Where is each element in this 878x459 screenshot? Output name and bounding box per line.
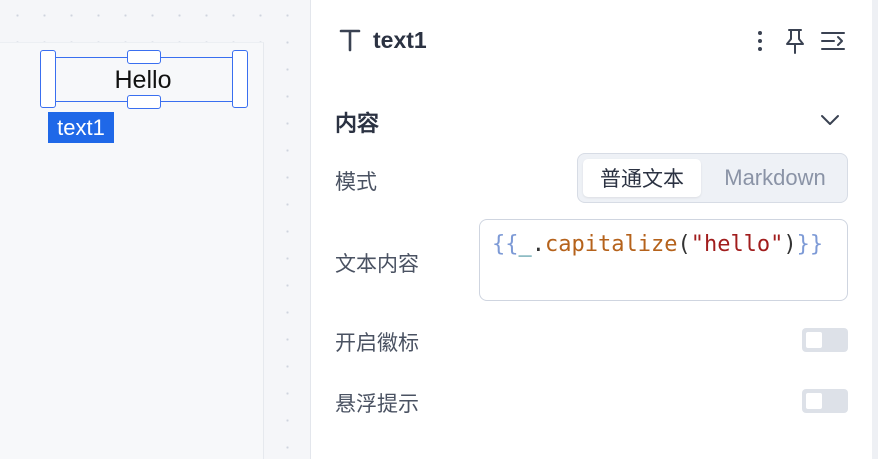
pin-button[interactable] bbox=[780, 24, 810, 58]
component-name[interactable]: text1 bbox=[373, 27, 427, 54]
panel-scrollbar[interactable] bbox=[872, 0, 878, 459]
code-token: ) bbox=[783, 232, 797, 257]
badge-toggle[interactable] bbox=[802, 328, 848, 352]
component-name-tag[interactable]: text1 bbox=[48, 112, 114, 143]
section-title-content: 内容 bbox=[335, 112, 380, 137]
text-content-label: 文本内容 bbox=[335, 252, 419, 276]
mode-segmented-control: 普通文本 Markdown bbox=[577, 153, 848, 203]
text-type-icon bbox=[339, 29, 361, 52]
tooltip-label: 悬浮提示 bbox=[335, 392, 419, 416]
tooltip-toggle[interactable] bbox=[802, 389, 848, 413]
resize-handle-top[interactable] bbox=[127, 50, 161, 64]
collapse-right-icon bbox=[821, 32, 845, 50]
mode-option-markdown[interactable]: Markdown bbox=[706, 159, 844, 197]
section-collapse-button[interactable] bbox=[817, 106, 843, 134]
pin-icon bbox=[786, 29, 804, 54]
panel-header: text1 bbox=[311, 0, 873, 84]
properties-panel: text1 内容 模式 普通文本 Markdown 文本内容 {{_.capit… bbox=[310, 0, 872, 459]
resize-handle-right[interactable] bbox=[232, 50, 248, 108]
code-token: ( bbox=[677, 232, 691, 257]
more-vertical-icon bbox=[758, 31, 762, 51]
mode-label: 模式 bbox=[335, 170, 377, 194]
collapse-panel-button[interactable] bbox=[818, 24, 848, 58]
code-token: capitalize bbox=[545, 232, 678, 257]
resize-handle-left[interactable] bbox=[40, 50, 56, 108]
code-token: . bbox=[531, 232, 545, 257]
toggle-knob bbox=[806, 393, 822, 409]
mode-option-plain-text[interactable]: 普通文本 bbox=[583, 159, 701, 197]
toggle-knob bbox=[806, 332, 822, 348]
resize-handle-bottom[interactable] bbox=[127, 95, 161, 109]
badge-label: 开启徽标 bbox=[335, 331, 419, 355]
code-token: {{ bbox=[492, 232, 519, 257]
code-token: _ bbox=[518, 232, 532, 257]
component-text: Hello bbox=[114, 66, 172, 94]
code-token: }} bbox=[796, 232, 824, 257]
more-options-button[interactable] bbox=[745, 24, 775, 58]
code-token: "hello" bbox=[690, 232, 784, 257]
text-content-editor[interactable]: {{_.capitalize("hello")}} bbox=[479, 219, 848, 301]
chevron-down-icon bbox=[821, 115, 839, 125]
